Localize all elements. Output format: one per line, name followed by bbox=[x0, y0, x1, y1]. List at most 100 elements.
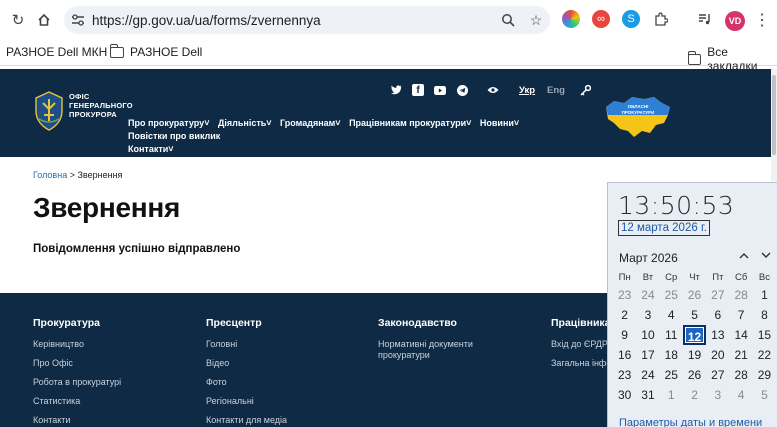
regional-prosecutors-map-icon[interactable]: ОБЛАСНІ ПРОКУРАТУРИ bbox=[604, 93, 672, 141]
calendar-day[interactable]: 24 bbox=[636, 365, 659, 385]
calendar-day[interactable]: 4 bbox=[660, 305, 683, 325]
calendar-day-today[interactable]: 12 bbox=[682, 325, 707, 345]
chevron-down-icon[interactable] bbox=[761, 250, 771, 262]
lang-ukr-link[interactable]: Укр bbox=[519, 85, 535, 96]
nav-item-activity[interactable]: Діяльність˅ bbox=[218, 118, 272, 128]
footer-column-title: Прокуратура bbox=[33, 317, 100, 329]
calendar-day[interactable]: 20 bbox=[706, 345, 729, 365]
folder-icon bbox=[687, 50, 702, 65]
scrollbar-thumb[interactable] bbox=[772, 75, 776, 155]
calendar-day[interactable]: 7 bbox=[729, 305, 752, 325]
calendar-day[interactable]: 14 bbox=[729, 325, 752, 345]
chevron-up-icon[interactable] bbox=[739, 250, 749, 262]
calendar-day[interactable]: 9 bbox=[613, 325, 636, 345]
nav-item-about[interactable]: Про прокуратуру˅ bbox=[128, 118, 209, 128]
infinity-extension-icon[interactable]: ∞ bbox=[592, 10, 610, 28]
nav-item-news[interactable]: Новини˅ bbox=[480, 118, 519, 128]
home-icon[interactable] bbox=[30, 6, 58, 34]
browser-menu-icon[interactable]: ⋮ bbox=[754, 10, 770, 30]
footer-link[interactable]: Робота в прокуратурі bbox=[33, 377, 121, 388]
calendar-day[interactable]: 23 bbox=[613, 285, 636, 305]
footer-link[interactable]: Контакти bbox=[33, 415, 121, 426]
calendar-day[interactable]: 19 bbox=[683, 345, 706, 365]
footer-link[interactable]: Головні bbox=[206, 339, 287, 350]
profile-avatar[interactable]: VD bbox=[725, 11, 745, 31]
footer-column-prosecution: Прокуратура Керівництво Про Офіс Робота … bbox=[33, 317, 121, 427]
calendar-day[interactable]: 5 bbox=[683, 305, 706, 325]
prosecutor-emblem-icon[interactable] bbox=[33, 91, 65, 131]
calendar-day[interactable]: 3 bbox=[636, 305, 659, 325]
clock-date-link[interactable]: 12 марта 2026 г. bbox=[618, 220, 710, 236]
calendar-day[interactable]: 27 bbox=[706, 365, 729, 385]
footer-link[interactable]: Про Офіс bbox=[33, 358, 121, 369]
shazam-extension-icon[interactable]: S bbox=[622, 10, 640, 28]
nav-item-contacts[interactable]: Контакти˅ bbox=[128, 144, 174, 154]
clock-time: 13:50:53 bbox=[618, 191, 735, 220]
calendar-day[interactable]: 26 bbox=[683, 285, 706, 305]
calendar-day[interactable]: 25 bbox=[660, 285, 683, 305]
reload-icon[interactable]: ↻ bbox=[4, 6, 32, 34]
calendar-day[interactable]: 1 bbox=[753, 285, 776, 305]
footer-link[interactable]: Контакти для медіа bbox=[206, 415, 287, 426]
calendar-day[interactable]: 30 bbox=[613, 385, 636, 405]
calendar-day[interactable]: 13 bbox=[706, 325, 729, 345]
url-text[interactable]: https://gp.gov.ua/ua/forms/zvernennya bbox=[92, 13, 494, 28]
nav-item-summons[interactable]: Повістки про виклик bbox=[128, 131, 220, 141]
youtube-icon[interactable] bbox=[434, 84, 446, 96]
calendar-day[interactable]: 17 bbox=[636, 345, 659, 365]
calendar-day[interactable]: 29 bbox=[753, 365, 776, 385]
footer-link[interactable]: Фото bbox=[206, 377, 287, 388]
calendar-day[interactable]: 2 bbox=[613, 305, 636, 325]
calendar-day[interactable]: 22 bbox=[753, 345, 776, 365]
breadcrumb-home-link[interactable]: Головна bbox=[33, 170, 67, 180]
nav-item-employees[interactable]: Працівникам прокуратури˅ bbox=[349, 118, 471, 128]
nav-item-citizens[interactable]: Громадянам˅ bbox=[280, 118, 341, 128]
footer-link[interactable]: Відео bbox=[206, 358, 287, 369]
lang-eng-link[interactable]: Eng bbox=[547, 85, 565, 96]
calendar-day[interactable]: 23 bbox=[613, 365, 636, 385]
bookmark-folder[interactable]: РАЗНОЕ Dell bbox=[109, 43, 202, 59]
facebook-icon[interactable]: f bbox=[412, 84, 424, 96]
calendar-month-label[interactable]: Март 2026 bbox=[619, 251, 678, 265]
address-bar[interactable]: https://gp.gov.ua/ua/forms/zvernennya ☆ bbox=[64, 6, 550, 34]
calendar-day[interactable]: 8 bbox=[753, 305, 776, 325]
footer-link[interactable]: Керівництво bbox=[33, 339, 121, 350]
footer-link[interactable]: Нормативні документи прокуратури bbox=[378, 339, 473, 361]
calendar-day[interactable]: 2 bbox=[683, 385, 706, 405]
calendar-day[interactable]: 21 bbox=[729, 345, 752, 365]
calendar-day[interactable]: 27 bbox=[706, 285, 729, 305]
calendar-day[interactable]: 31 bbox=[636, 385, 659, 405]
media-controls-icon[interactable] bbox=[696, 10, 714, 28]
calendar-day[interactable]: 28 bbox=[729, 285, 752, 305]
calendar-day[interactable]: 10 bbox=[636, 325, 659, 345]
calendar-day[interactable]: 3 bbox=[706, 385, 729, 405]
weekday-label: Чт bbox=[689, 272, 700, 283]
twitter-icon[interactable] bbox=[390, 84, 402, 96]
bookmark-label: РАЗНОЕ Dell МКН bbox=[6, 45, 108, 59]
zoom-icon[interactable] bbox=[494, 13, 522, 27]
bookmark-star-icon[interactable]: ☆ bbox=[522, 12, 550, 29]
telegram-icon[interactable] bbox=[456, 84, 468, 96]
extensions-puzzle-icon[interactable] bbox=[652, 10, 670, 28]
calendar-day[interactable]: 16 bbox=[613, 345, 636, 365]
footer-link[interactable]: Статистика bbox=[33, 396, 121, 407]
date-time-settings-link[interactable]: Параметры даты и времени bbox=[619, 417, 762, 427]
calendar-day[interactable]: 1 bbox=[660, 385, 683, 405]
calendar-day[interactable]: 15 bbox=[753, 325, 776, 345]
calendar-day[interactable]: 5 bbox=[753, 385, 776, 405]
key-login-icon[interactable] bbox=[579, 84, 591, 96]
calendar-day[interactable]: 18 bbox=[660, 345, 683, 365]
calendar-day[interactable]: 26 bbox=[683, 365, 706, 385]
site-logo-text[interactable]: Офіс генерального прокурора bbox=[69, 92, 133, 119]
calendar-day[interactable]: 24 bbox=[636, 285, 659, 305]
site-info-icon[interactable] bbox=[64, 14, 92, 26]
calendar-day[interactable]: 25 bbox=[660, 365, 683, 385]
calendar-day[interactable]: 6 bbox=[706, 305, 729, 325]
calendar-day[interactable]: 28 bbox=[729, 365, 752, 385]
calendar-day[interactable]: 4 bbox=[729, 385, 752, 405]
bookmark-item[interactable]: РАЗНОЕ Dell МКН bbox=[6, 45, 107, 59]
accessibility-eye-icon[interactable] bbox=[487, 84, 499, 96]
calendar-day[interactable]: 11 bbox=[660, 325, 683, 345]
footer-link[interactable]: Регіональні bbox=[206, 396, 287, 407]
color-extension-icon[interactable] bbox=[562, 10, 580, 28]
